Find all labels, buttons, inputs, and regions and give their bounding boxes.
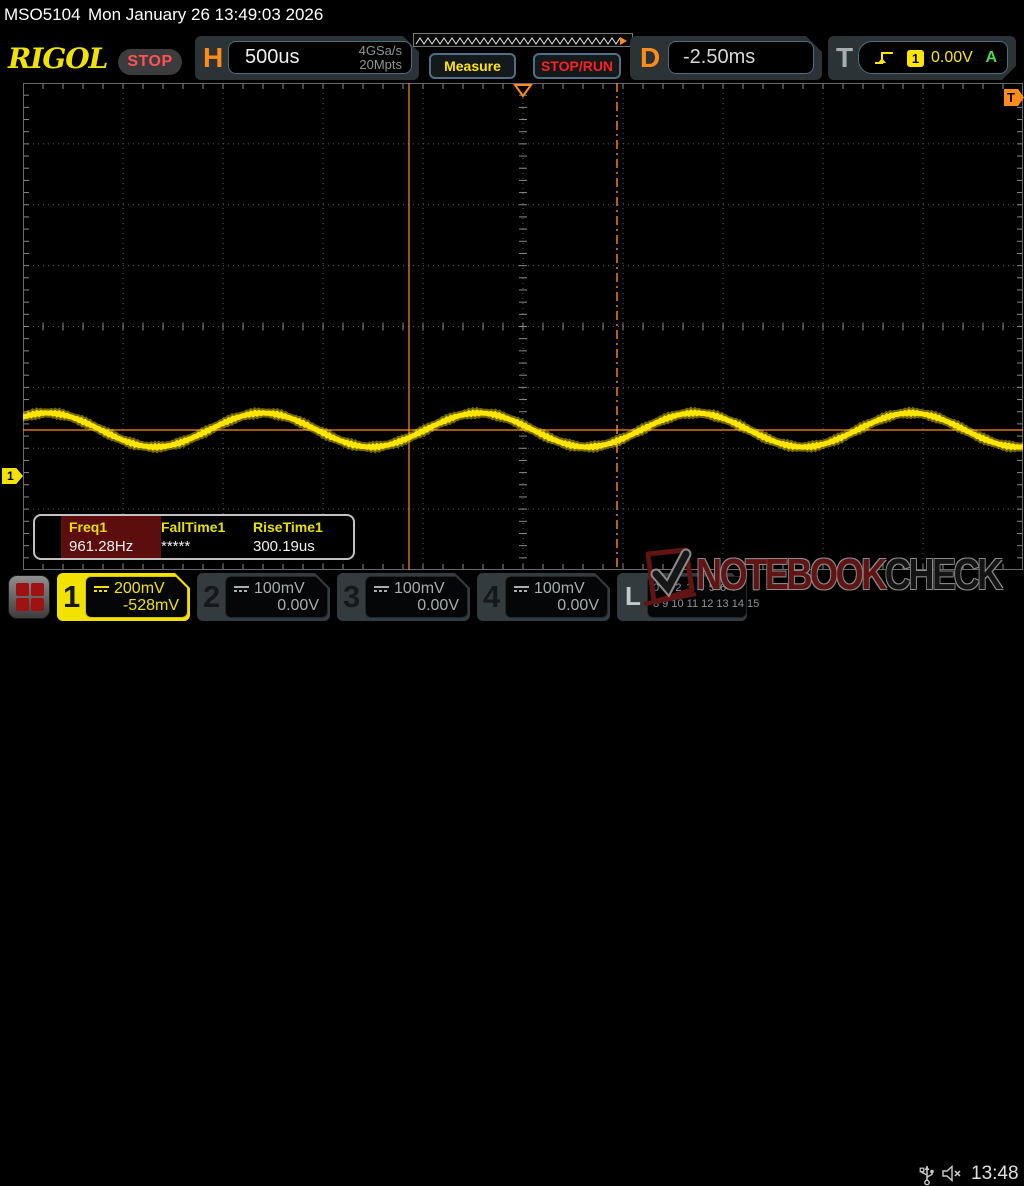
channel-scale-value: 100mV <box>254 580 305 597</box>
datetime: Mon January 26 13:49:03 2026 <box>88 5 324 24</box>
channel-scale-value: 100mV <box>534 580 585 597</box>
channel-offset: 0.00V <box>277 597 319 614</box>
channel-scale: 200mV <box>94 580 165 598</box>
dc-coupling-icon <box>234 586 249 592</box>
graticule <box>18 82 1024 570</box>
clock: 13:48 <box>971 1163 1019 1184</box>
horizontal-settings[interactable]: H 500us 4GSa/s 20Mpts <box>195 36 419 80</box>
delay-label: D <box>640 42 661 73</box>
rigol-logo: RIGOL <box>8 42 108 75</box>
channel-offset: 0.00V <box>417 597 459 614</box>
channel-1-tab[interactable]: 1 200mV -528mV <box>57 573 190 621</box>
preview-zigzag <box>415 37 627 45</box>
ch1-ground-marker[interactable]: 1 <box>2 468 23 484</box>
titlebar: MSO5104 Mon January 26 13:49:03 2026 <box>0 0 1024 30</box>
trigger-source-badge: 1 <box>907 50 924 67</box>
memory-depth-value: 20Mpts <box>359 57 402 72</box>
digital-value-box: 0 1 2 3 4 5 6 7 8 9 10 11 12 13 14 15 <box>647 576 759 618</box>
trigger-settings[interactable]: T 1 0.00V A <box>828 36 1016 80</box>
channel-number: 1 <box>63 579 81 614</box>
channel-scale: 100mV <box>374 580 445 598</box>
dc-coupling-icon <box>514 586 529 592</box>
digital-channels-tab[interactable]: L 0 1 2 3 4 5 6 7 8 9 10 11 12 13 14 15 <box>617 573 759 621</box>
channel-value-box: 200mV -528mV <box>85 576 188 618</box>
channel-bar: 1 200mV -528mV 2 100mV 0.00V 3 100mV 0.0… <box>0 572 1024 1186</box>
digital-row-low: 0 1 2 3 4 5 6 7 <box>653 582 739 594</box>
trigger-edge-icon <box>873 49 895 67</box>
waveform-display <box>18 82 1024 570</box>
run-state-badge: STOP <box>118 49 182 75</box>
channel-offset: -528mV <box>122 597 179 614</box>
channel-value-box: 100mV 0.00V <box>505 576 608 618</box>
measurement-label: Freq1 <box>69 519 108 535</box>
measurement-label: FallTime1 <box>161 519 226 535</box>
speaker-muted-icon <box>942 1165 961 1183</box>
horizontal-label: H <box>203 42 224 73</box>
channel-scale: 100mV <box>234 580 305 598</box>
channel-number: 4 <box>483 579 501 614</box>
menu-square-icon <box>16 598 29 611</box>
measurement-value: ***** <box>161 538 191 555</box>
digital-row-high: 8 9 10 11 12 13 14 15 <box>653 598 760 610</box>
measurement-label: RiseTime1 <box>253 519 323 535</box>
channel-scale-value: 100mV <box>394 580 445 597</box>
trigger-level-value: 0.00V <box>931 49 973 66</box>
delay-value: -2.50ms <box>683 46 756 68</box>
trigger-label: T <box>836 42 854 73</box>
waveform-preview-strip[interactable] <box>413 33 633 47</box>
channel-offset: 0.00V <box>557 597 599 614</box>
model-name: MSO5104 <box>4 5 81 24</box>
channel-2-tab[interactable]: 2 100mV 0.00V <box>197 573 330 621</box>
header: RIGOL STOP H 500us 4GSa/s 20Mpts Measure… <box>0 30 1024 83</box>
stop-run-button[interactable]: STOP/RUN <box>533 53 621 79</box>
delay-settings[interactable]: D -2.50ms <box>630 36 822 80</box>
timebase-box[interactable]: 500us 4GSa/s 20Mpts <box>228 41 412 74</box>
trigger-box[interactable]: 1 0.00V A <box>858 41 1008 74</box>
measurement-value: 300.19us <box>253 538 315 555</box>
usb-icon <box>919 1166 934 1186</box>
dc-coupling-icon <box>374 586 389 592</box>
digital-label: L <box>625 581 641 611</box>
channel-4-tab[interactable]: 4 100mV 0.00V <box>477 573 610 621</box>
sample-rate: 4GSa/s 20Mpts <box>359 44 402 72</box>
menu-square-icon <box>16 583 29 596</box>
channel-value-box: 100mV 0.00V <box>225 576 328 618</box>
menu-button[interactable] <box>8 575 50 619</box>
delay-box[interactable]: -2.50ms <box>668 41 814 74</box>
channel-number: 3 <box>343 579 361 614</box>
timebase-value: 500us <box>245 46 300 68</box>
channel-number: 2 <box>203 579 221 614</box>
trigger-sweep-mode: A <box>985 49 997 66</box>
measurement-panel: Freq1 961.28Hz FallTime1 ***** RiseTime1… <box>33 514 355 560</box>
channel-3-tab[interactable]: 3 100mV 0.00V <box>337 573 470 621</box>
channel-scale: 100mV <box>514 580 585 598</box>
channel-scale-value: 200mV <box>114 580 165 597</box>
menu-square-icon <box>31 598 44 611</box>
dc-coupling-icon <box>94 586 109 592</box>
measurement-value: 961.28Hz <box>69 538 134 555</box>
menu-square-icon <box>31 583 44 596</box>
sample-rate-value: 4GSa/s <box>358 43 402 58</box>
channel-value-box: 100mV 0.00V <box>365 576 468 618</box>
measure-button[interactable]: Measure <box>429 53 516 79</box>
